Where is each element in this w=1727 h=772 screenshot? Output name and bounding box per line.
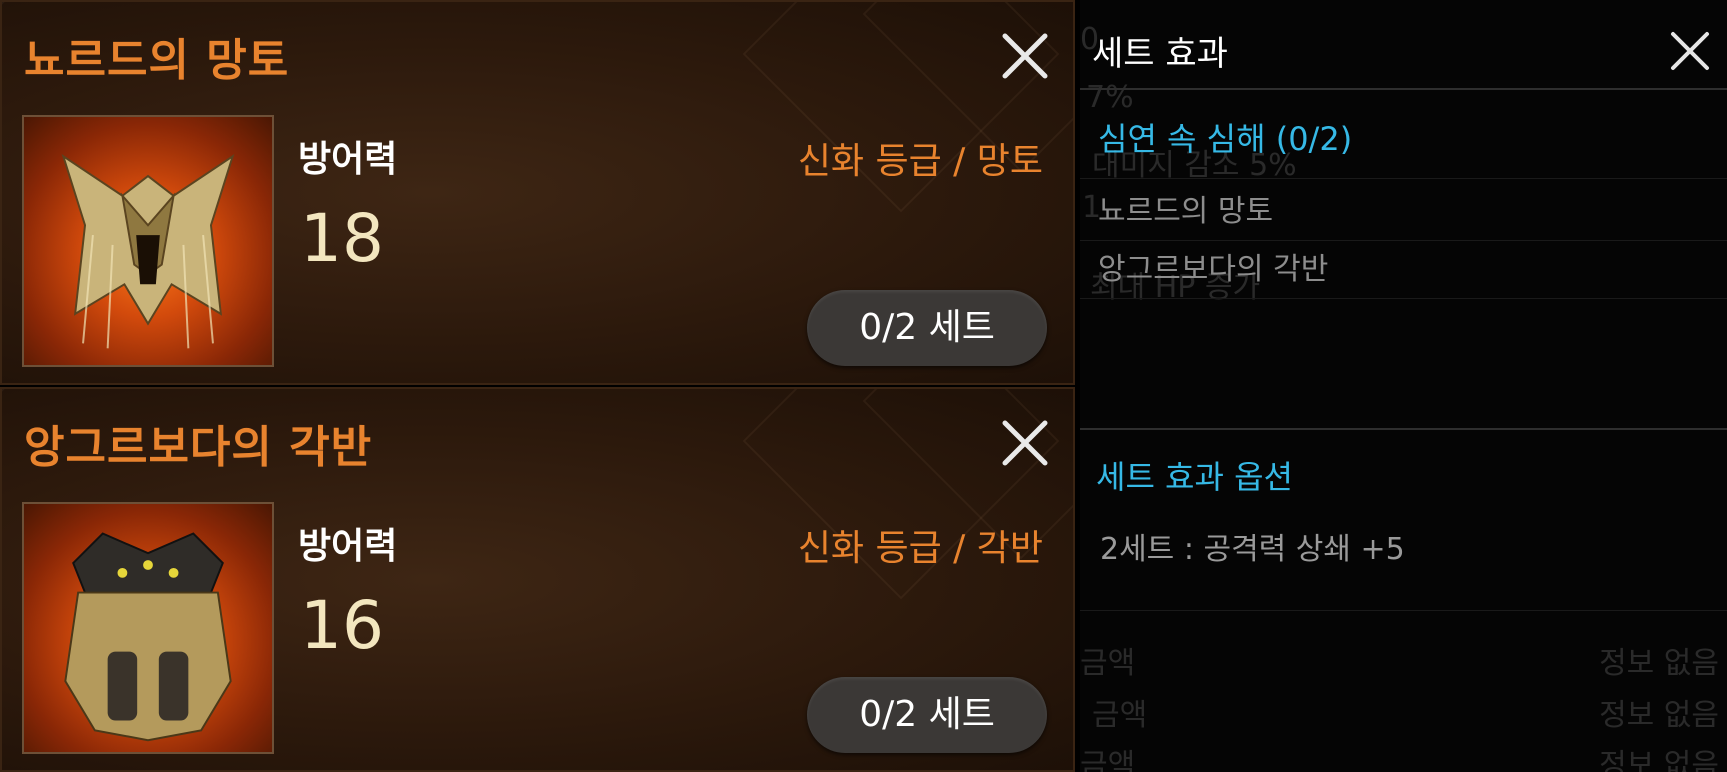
item-tooltip-card-1: 뇨르드의 망토 방어력 18 신화 등급 / 망토 0/2 세트 xyxy=(0,0,1075,385)
set-effect-panel: 0 7% 대미지 감소 5% 1 최대 HP 증가 세트 효과 심연 속 심해 … xyxy=(1080,0,1727,772)
background-row-label: 금액 xyxy=(1092,698,1148,733)
close-icon[interactable] xyxy=(1667,28,1713,74)
background-row-value: 정보 없음 xyxy=(1599,646,1719,681)
grade-type: 신화 등급 / 각반 xyxy=(797,528,1043,569)
options-title: 세트 효과 옵션 xyxy=(1096,458,1293,496)
stat-label: 방어력 xyxy=(298,526,398,567)
cloak-item-icon xyxy=(22,115,274,367)
divider xyxy=(1080,298,1727,299)
background-row-value: 정보 없음 xyxy=(1599,748,1719,772)
stat-label: 방어력 xyxy=(298,139,398,180)
divider xyxy=(1080,428,1727,430)
stat-value: 18 xyxy=(300,200,384,277)
stat-value: 16 xyxy=(300,587,384,664)
greaves-item-icon xyxy=(22,502,274,754)
divider xyxy=(1080,88,1727,90)
close-icon[interactable] xyxy=(999,417,1051,469)
background-text: 7% xyxy=(1086,80,1134,115)
panel-title: 세트 효과 xyxy=(1092,34,1228,74)
set-button[interactable]: 0/2 세트 xyxy=(807,290,1047,366)
option-line: 2세트 : 공격력 상쇄 +5 xyxy=(1100,532,1405,567)
set-item: 앙그르보다의 각반 xyxy=(1098,252,1329,287)
set-item: 뇨르드의 망토 xyxy=(1098,194,1274,229)
divider xyxy=(1080,178,1727,179)
close-icon[interactable] xyxy=(999,30,1051,82)
background-row-label: 금액 xyxy=(1080,646,1136,681)
set-name: 심연 속 심해 (0/2) xyxy=(1098,120,1353,158)
background-row-value: 정보 없음 xyxy=(1599,698,1719,733)
item-name: 뇨르드의 망토 xyxy=(24,35,290,86)
item-name: 앙그르보다의 각반 xyxy=(24,422,373,473)
grade-type: 신화 등급 / 망토 xyxy=(797,141,1043,182)
background-row-label: 금액 xyxy=(1080,748,1136,772)
item-tooltip-card-2: 앙그르보다의 각반 방어력 16 신화 등급 / 각반 0/2 세트 xyxy=(0,387,1075,772)
set-button[interactable]: 0/2 세트 xyxy=(807,677,1047,753)
divider xyxy=(1080,610,1727,611)
divider xyxy=(1080,240,1727,241)
